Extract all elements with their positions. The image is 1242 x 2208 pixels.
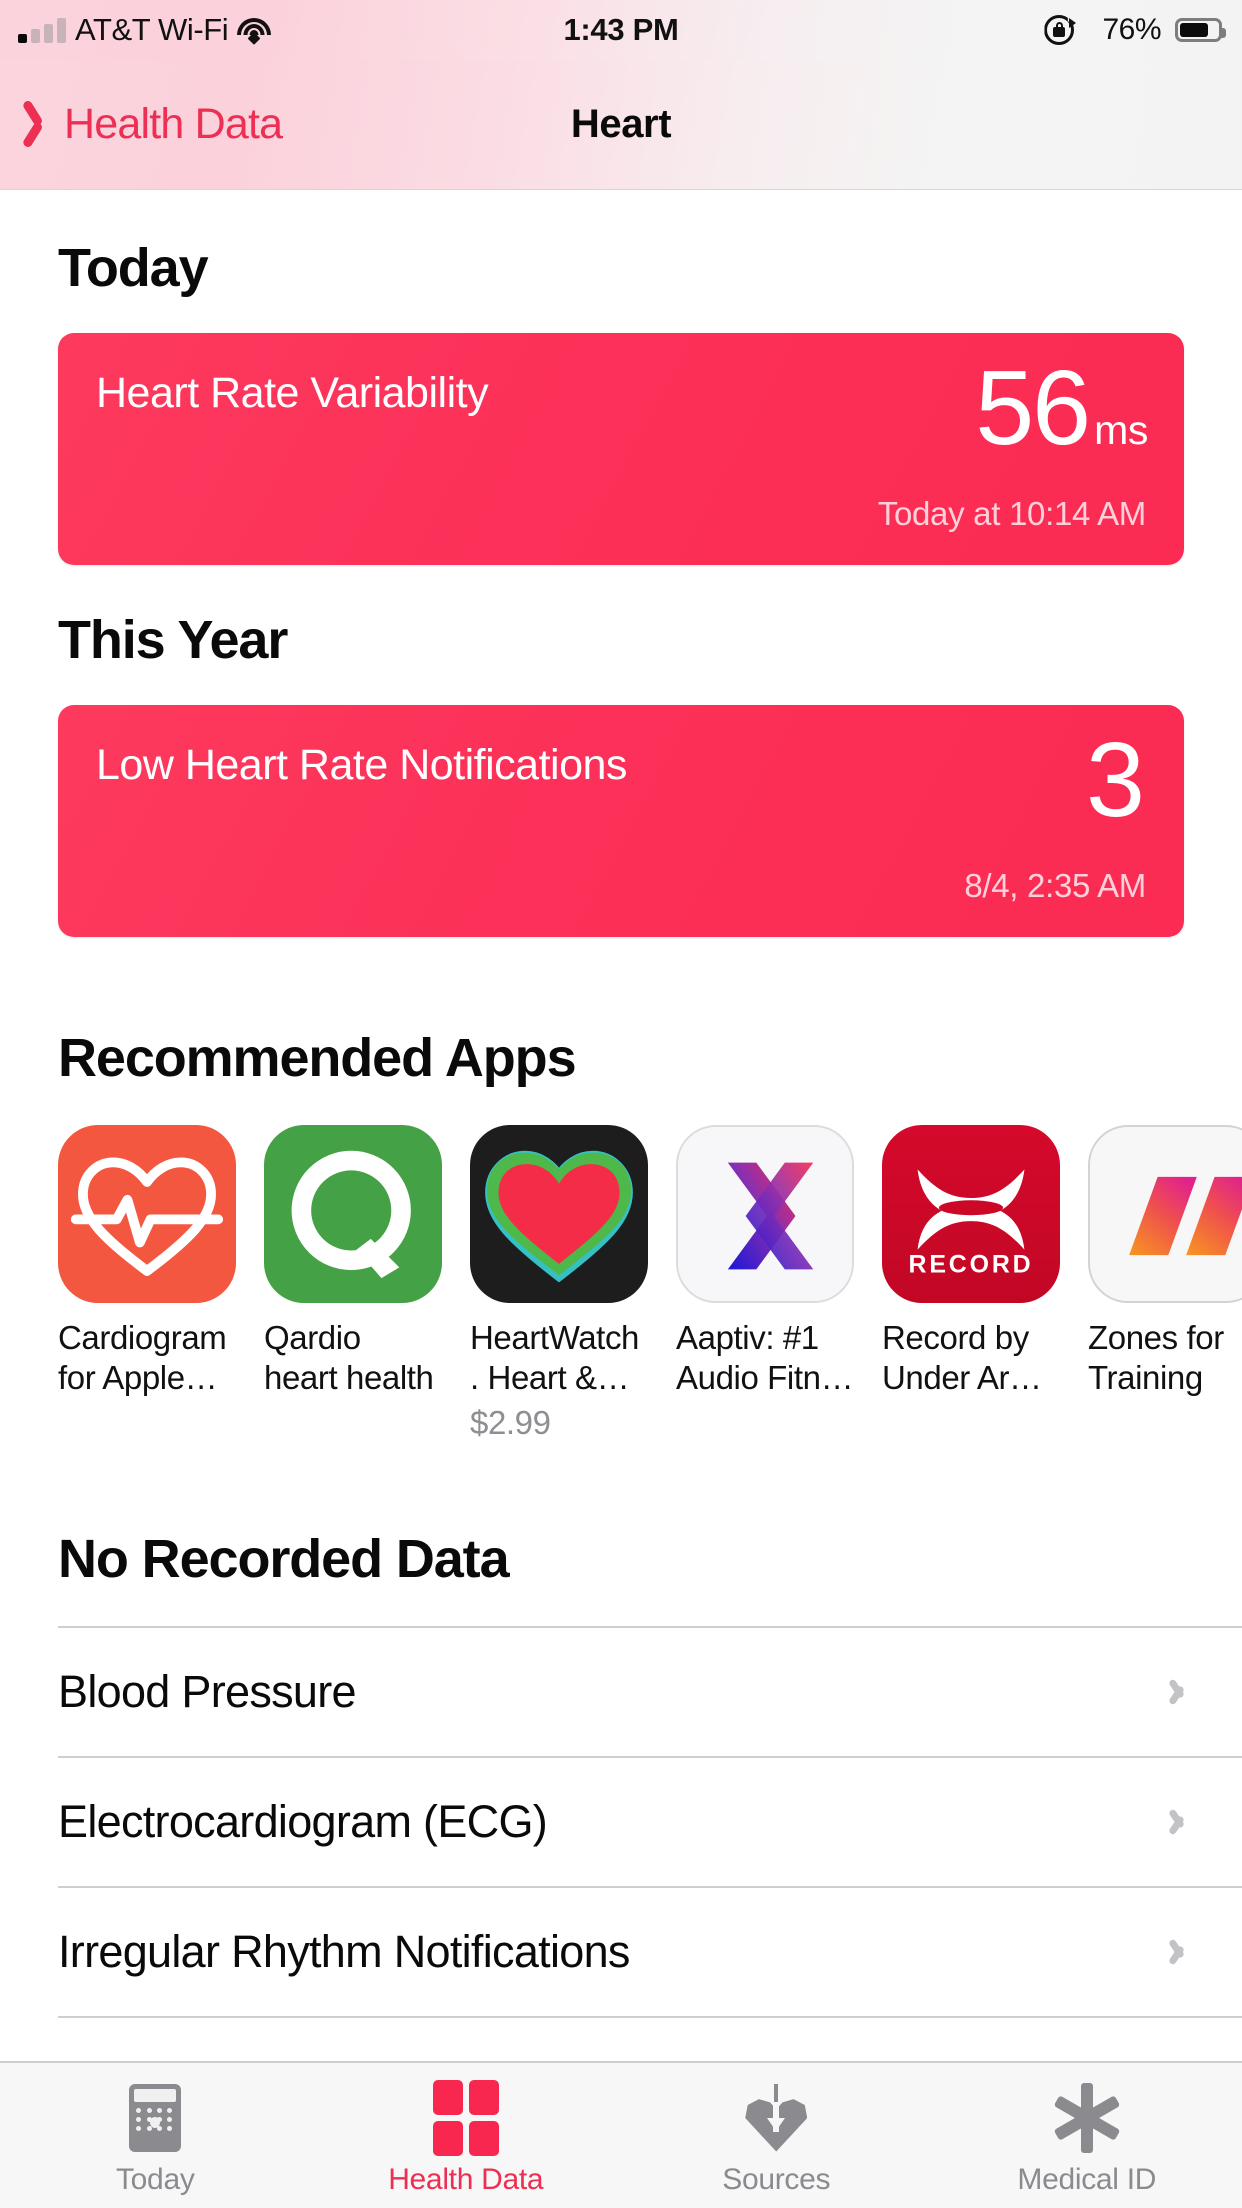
medical-id-asterisk-icon	[1050, 2081, 1124, 2155]
card-title: Heart Rate Variability	[96, 369, 489, 417]
list-separator	[58, 2016, 1242, 2018]
app-price: $2.99	[470, 1404, 551, 1441]
app-name: Qardio heart health	[264, 1319, 434, 1396]
section-heading-this-year: This Year	[58, 610, 288, 670]
svg-text:RECORD: RECORD	[908, 1251, 1033, 1279]
app-name: Zones for Training	[1088, 1319, 1224, 1396]
section-heading-today: Today	[58, 238, 209, 298]
card-title: Low Heart Rate Notifications	[96, 741, 627, 789]
app-tile[interactable]: Zones for Training	[1088, 1125, 1242, 1404]
tab-health-data[interactable]: Health Data	[311, 2063, 622, 2208]
heartwatch-app-icon	[470, 1125, 648, 1303]
zones-for-training-app-icon	[1088, 1125, 1242, 1303]
section-heading-no-recorded-data: No Recorded Data	[58, 1529, 510, 1589]
battery-icon	[1175, 18, 1226, 42]
card-value-group: 3	[1086, 727, 1148, 833]
app-tile[interactable]: Qardio heart health	[264, 1125, 442, 1404]
recommended-apps-row[interactable]: Cardiogram for Apple… Qardio heart healt…	[0, 1125, 1242, 1442]
cardiogram-app-icon	[58, 1125, 236, 1303]
card-value: 3	[1086, 721, 1145, 839]
calendar-icon	[118, 2081, 192, 2155]
low-heart-rate-notifications-card[interactable]: Low Heart Rate Notifications 3 8/4, 2:35…	[58, 705, 1184, 937]
chevron-right-icon	[1178, 1935, 1196, 1969]
list-item-electrocardiogram[interactable]: Electrocardiogram (ECG)	[0, 1758, 1242, 1886]
aaptiv-app-icon	[676, 1125, 854, 1303]
qardio-app-icon	[264, 1125, 442, 1303]
tab-label: Health Data	[388, 2162, 544, 2196]
status-bar: AT&T Wi-Fi 1:43 PM 76%	[0, 0, 1242, 60]
page-title: Heart	[570, 101, 672, 146]
app-name: HeartWatch . Heart &…	[470, 1319, 639, 1396]
sources-heart-arrow-icon	[739, 2081, 813, 2155]
card-unit: ms	[1094, 407, 1148, 453]
section-heading-recommended-apps: Recommended Apps	[58, 1028, 577, 1088]
chevron-right-icon	[1178, 1675, 1196, 1709]
heart-rate-variability-card[interactable]: Heart Rate Variability 56 ms Today at 10…	[58, 333, 1184, 565]
card-timestamp: Today at 10:14 AM	[877, 495, 1147, 532]
health-app-screen: AT&T Wi-Fi 1:43 PM 76% Health Data Heart…	[0, 0, 1242, 2208]
battery-percent-label: 76%	[1102, 13, 1161, 46]
tab-label: Today	[115, 2162, 195, 2196]
record-under-armour-app-icon: RECORD	[882, 1125, 1060, 1303]
card-timestamp: 8/4, 2:35 AM	[964, 867, 1146, 904]
app-name: Record by Under Ar…	[882, 1319, 1042, 1396]
no-recorded-data-list: Blood Pressure Electrocardiogram (ECG) I…	[0, 1626, 1242, 2018]
list-item-blood-pressure[interactable]: Blood Pressure	[0, 1628, 1242, 1756]
chevron-right-icon	[1178, 1805, 1196, 1839]
tab-sources[interactable]: Sources	[621, 2063, 932, 2208]
tab-label: Sources	[722, 2162, 831, 2196]
list-item-label: Irregular Rhythm Notifications	[58, 1926, 630, 1977]
list-item-label: Blood Pressure	[58, 1666, 357, 1717]
tab-medical-id[interactable]: Medical ID	[932, 2063, 1242, 2208]
health-data-grid-icon	[429, 2079, 503, 2156]
app-tile[interactable]: Aaptiv: #1 Audio Fitn…	[676, 1125, 854, 1404]
app-name: Cardiogram for Apple…	[58, 1319, 227, 1396]
list-item-irregular-rhythm-notifications[interactable]: Irregular Rhythm Notifications	[0, 1888, 1242, 2016]
tab-today[interactable]: Today	[0, 2063, 311, 2208]
card-value-group: 56 ms	[975, 355, 1148, 461]
app-name: Aaptiv: #1 Audio Fitn…	[676, 1319, 854, 1396]
tab-bar: Today Health Data Sources Medical ID	[0, 2061, 1242, 2208]
app-tile[interactable]: Cardiogram for Apple…	[58, 1125, 236, 1404]
list-item-label: Electrocardiogram (ECG)	[58, 1796, 548, 1847]
status-bar-right: 76%	[1044, 0, 1226, 60]
navigation-bar: Health Data Heart	[0, 60, 1242, 190]
rotation-lock-icon	[1044, 15, 1077, 45]
app-tile[interactable]: RECORD Record by Under Ar…	[882, 1125, 1060, 1404]
scroll-content[interactable]: Today Heart Rate Variability 56 ms Today…	[0, 191, 1242, 2061]
card-value: 56	[975, 349, 1091, 467]
app-tile[interactable]: HeartWatch . Heart &… $2.99	[470, 1125, 648, 1442]
tab-label: Medical ID	[1017, 2162, 1157, 2196]
